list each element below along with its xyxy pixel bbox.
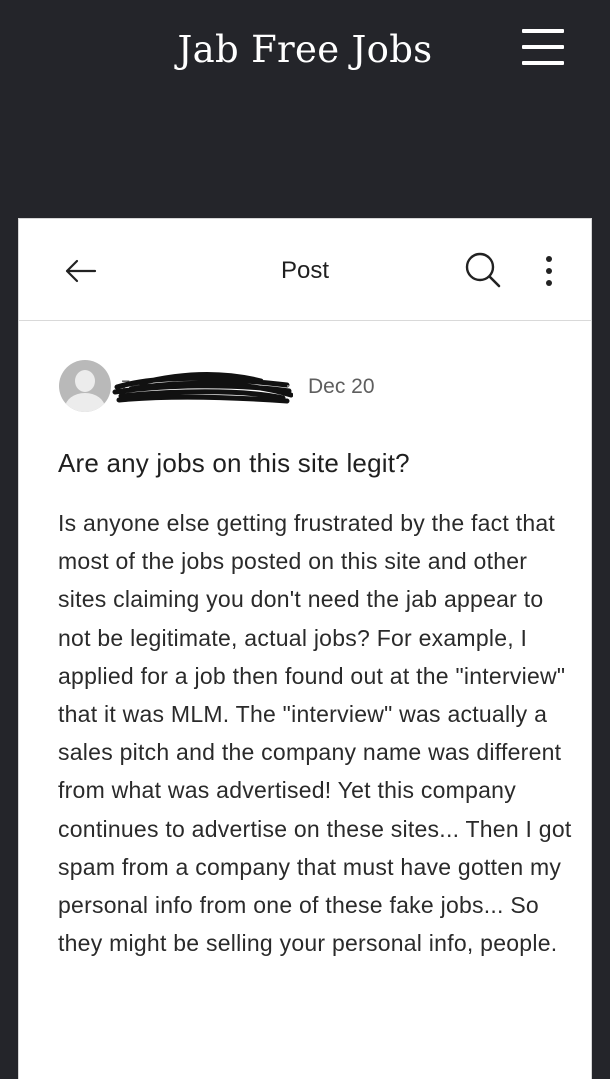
hamburger-menu-icon[interactable] — [522, 27, 566, 67]
post-card: Post ze · Dec 20 Are any jobs on this si… — [18, 218, 592, 1079]
post-header: Post — [19, 219, 591, 321]
post-body: Is anyone else getting frustrated by the… — [58, 510, 572, 957]
redaction-scribble — [112, 371, 293, 404]
post-date: Dec 20 — [308, 375, 375, 398]
search-button[interactable] — [463, 249, 503, 289]
avatar[interactable] — [59, 360, 111, 412]
site-title[interactable]: Jab Free Jobs — [0, 28, 610, 71]
page-title: Post — [280, 257, 330, 284]
author-name[interactable]: ze — [111, 365, 293, 409]
more-vertical-icon[interactable] — [537, 251, 563, 291]
search-icon — [465, 252, 501, 288]
post-title: Are any jobs on this site legit? — [58, 448, 410, 478]
meta-separator: · — [285, 375, 291, 395]
site-header: Jab Free Jobs — [0, 0, 610, 218]
